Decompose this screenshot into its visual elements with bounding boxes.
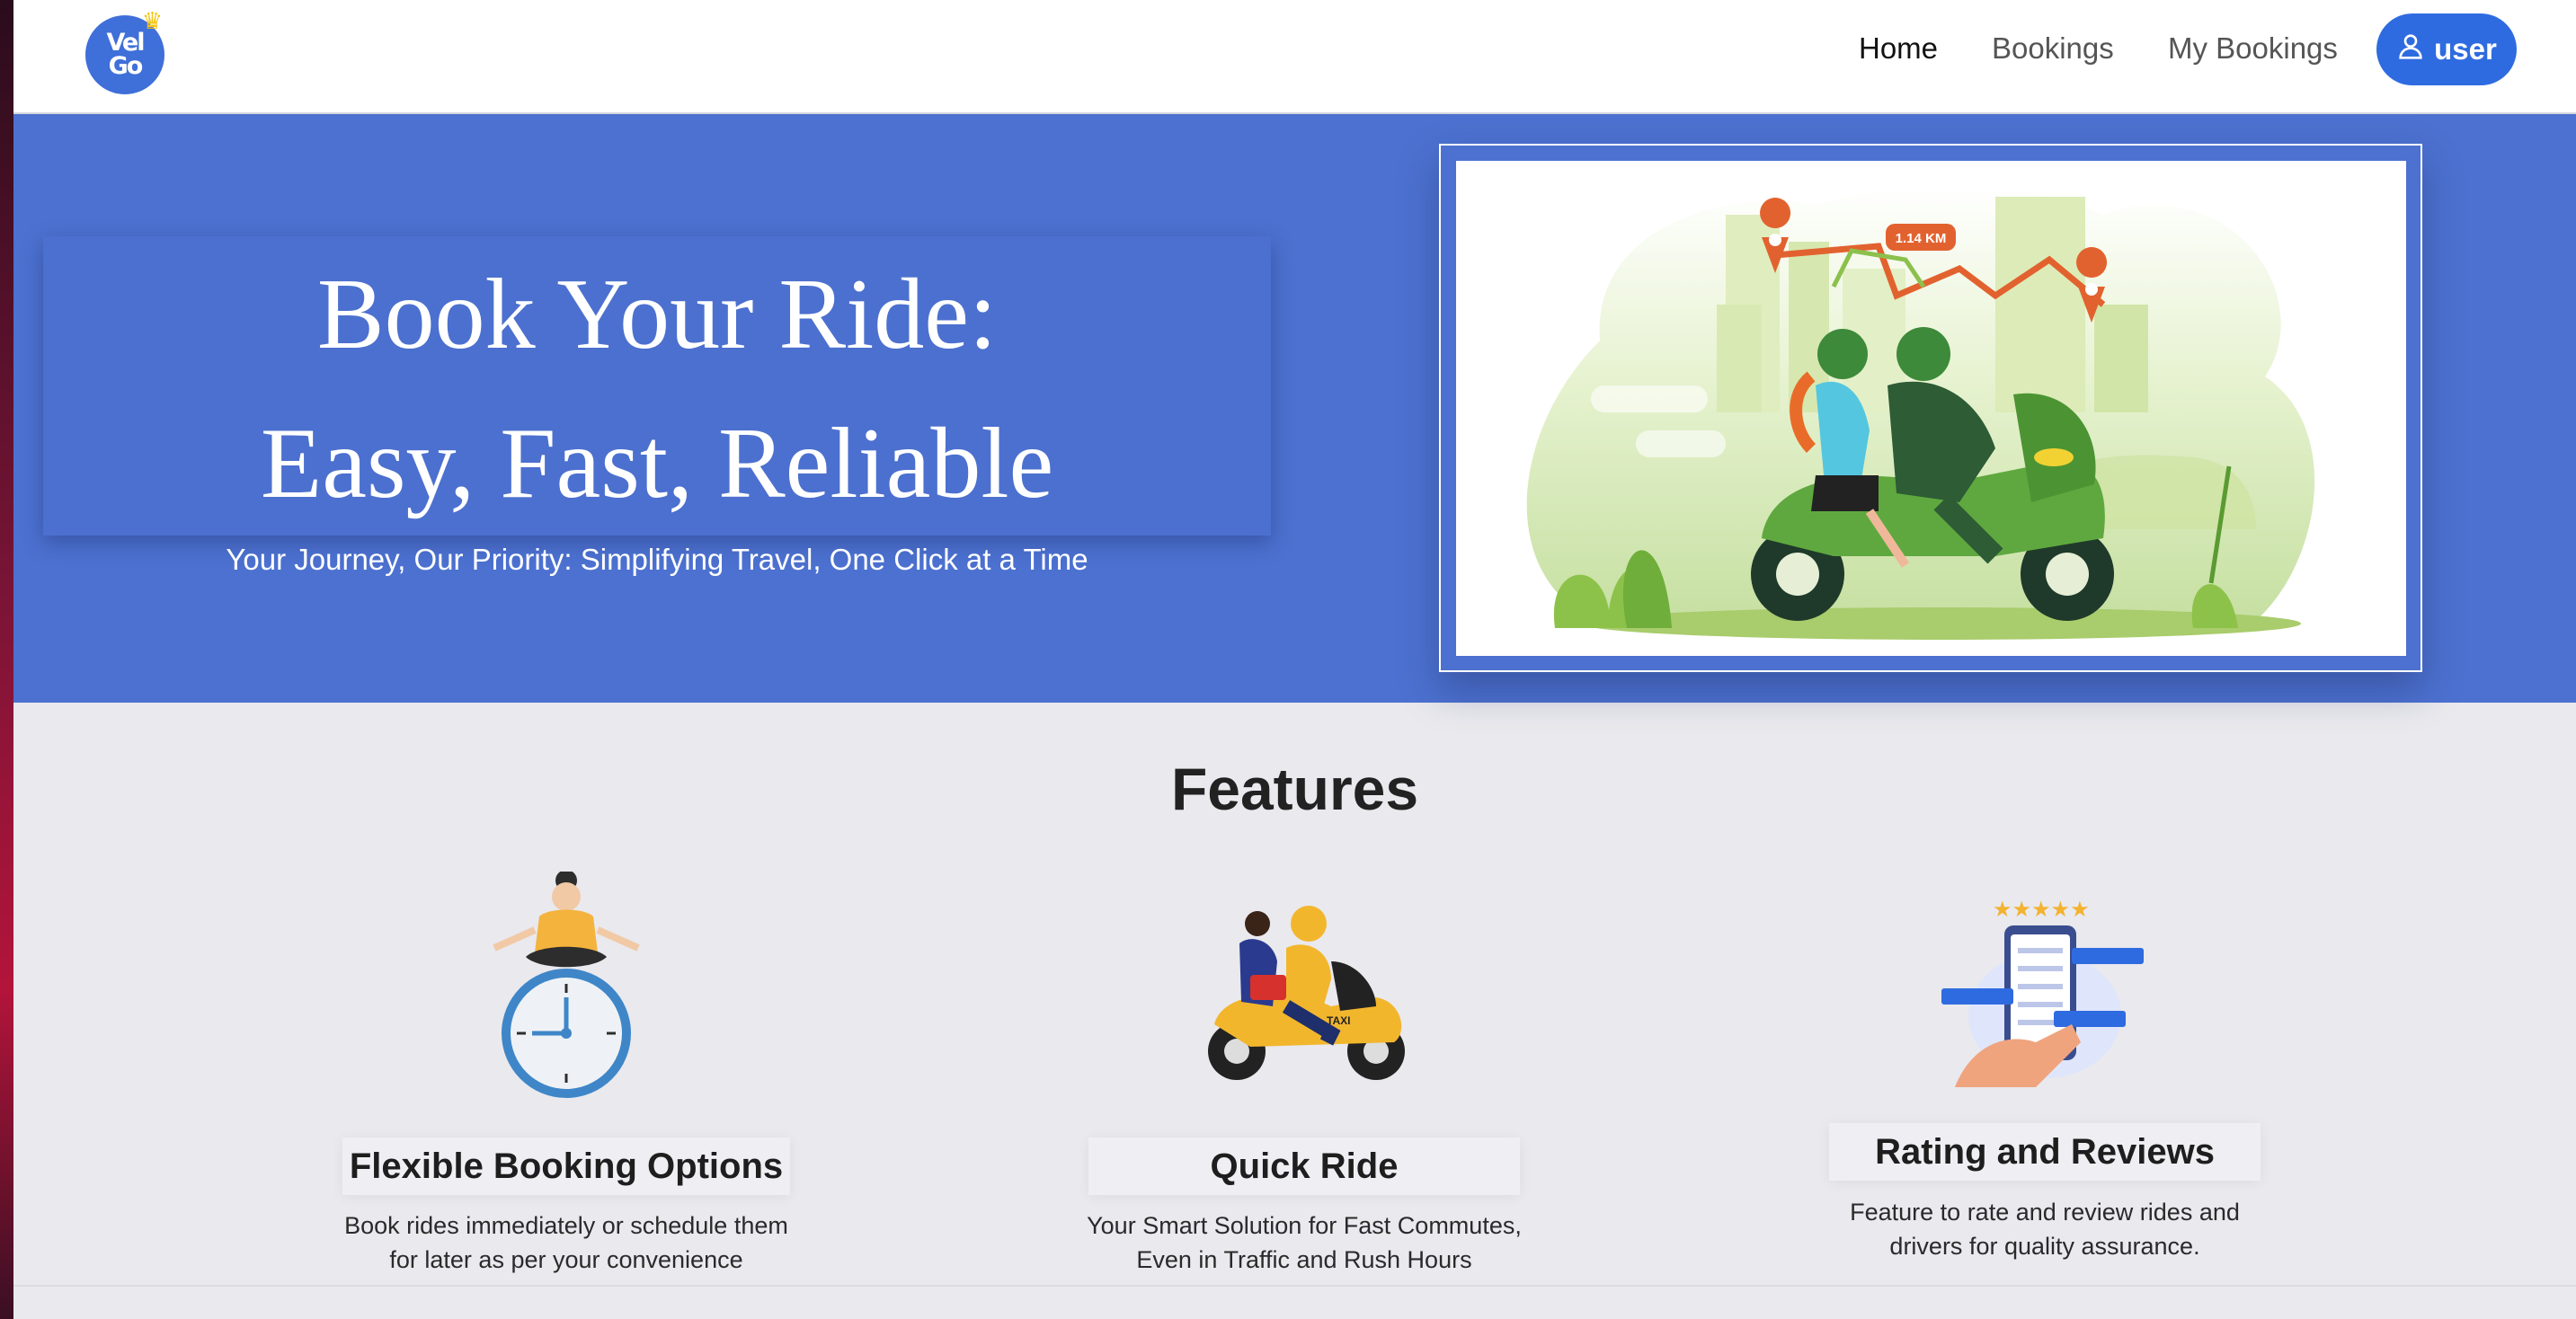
crown-icon: ♛: [141, 8, 163, 35]
taxi-scooter-icon: TAXI: [1053, 899, 1556, 1132]
hero-title-line1: Book Your Ride:: [316, 259, 998, 370]
map-distance-badge: 1.14 KM: [1896, 231, 1947, 246]
feature-title: Rating and Reviews: [1829, 1123, 2261, 1181]
hero-image-frame: 1.14 KM: [1439, 144, 2422, 672]
feature-title: Flexible Booking Options: [342, 1138, 791, 1195]
features-heading: Features: [1170, 756, 1419, 822]
feature-description: Feature to rate and review rides and dri…: [1793, 1195, 2296, 1263]
navbar: ♛ Vel Go Home Bookings My Bookings user: [13, 0, 2576, 114]
feature-description: Your Smart Solution for Fast Commutes, E…: [1053, 1208, 1556, 1277]
feature-description-line1: Feature to rate and review rides and: [1850, 1199, 2240, 1226]
hero-section: Book Your Ride: Easy, Fast, Reliable You…: [13, 114, 2576, 703]
hero-title-line2: Easy, Fast, Reliable: [260, 408, 1054, 519]
feature-description-line1: Book rides immediately or schedule them: [344, 1212, 788, 1239]
feature-description: Book rides immediately or schedule them …: [315, 1208, 818, 1277]
feature-title: Quick Ride: [1088, 1138, 1520, 1195]
nav-link-my-bookings[interactable]: My Bookings: [2168, 29, 2338, 68]
phone-reviews-icon: ★★★★★: [1793, 899, 2296, 1132]
browser-page: ♛ Vel Go Home Bookings My Bookings user …: [13, 0, 2576, 1319]
user-menu-button[interactable]: user: [2376, 13, 2517, 85]
desktop-background: [0, 0, 13, 1319]
scooter-ride-illustration: 1.14 KM: [1456, 161, 2406, 656]
user-label: user: [2434, 32, 2497, 66]
user-icon: [2396, 31, 2425, 67]
clock-meditation-icon: [315, 872, 818, 1105]
svg-text:★★★★★: ★★★★★: [1993, 899, 2090, 922]
nav-link-home[interactable]: Home: [1859, 29, 1938, 68]
feature-description-line2: drivers for quality assurance.: [1889, 1233, 2200, 1260]
nav-link-bookings[interactable]: Bookings: [1992, 29, 2114, 68]
hero-subtitle: Your Journey, Our Priority: Simplifying …: [226, 543, 1088, 576]
velgo-logo[interactable]: ♛ Vel Go: [85, 10, 164, 94]
logo-text-bottom: Go: [108, 52, 144, 80]
section-divider: [13, 1285, 2576, 1287]
feature-description-line1: Your Smart Solution for Fast Commutes,: [1087, 1212, 1522, 1239]
feature-description-line2: for later as per your convenience: [389, 1246, 743, 1273]
feature-description-line2: Even in Traffic and Rush Hours: [1136, 1246, 1472, 1273]
hero-title: Book Your Ride: Easy, Fast, Reliable: [43, 240, 1271, 538]
